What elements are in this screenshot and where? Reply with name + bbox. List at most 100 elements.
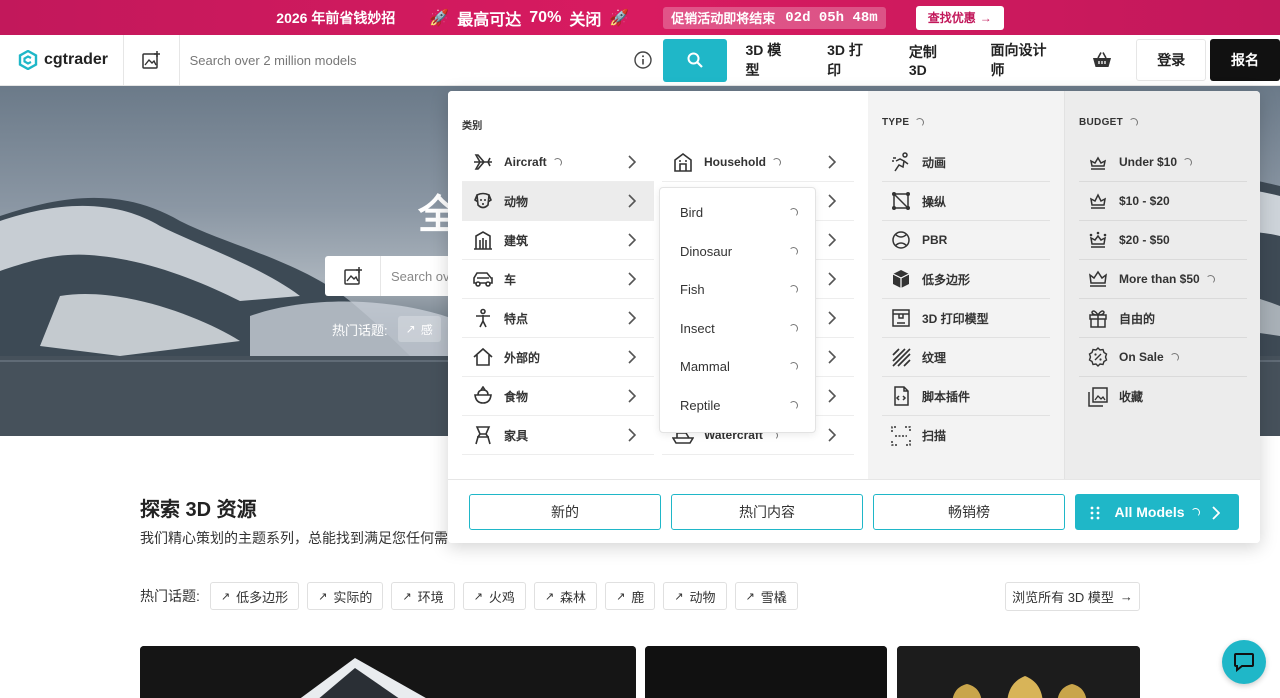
nav-for-designers[interactable]: 面向设计师 <box>975 35 1077 85</box>
budget-label: On Sale <box>1119 350 1164 364</box>
hot-tag[interactable]: ↗ 低多边形 <box>209 582 300 610</box>
bestsellers-button[interactable]: 畅销榜 <box>873 494 1065 530</box>
budget-item-on-sale[interactable]: On Sale <box>1079 338 1247 377</box>
login-button[interactable]: 登录 <box>1136 39 1207 81</box>
hot-tag[interactable]: ↗ 动物 <box>663 582 727 610</box>
collection-card[interactable] <box>897 646 1140 698</box>
hot-tag[interactable]: ↗ 雪橇 <box>734 582 798 610</box>
model-thumbnail <box>645 646 887 698</box>
budget-item-20-50[interactable]: $20 - $50 <box>1079 221 1247 260</box>
chevron-right-icon <box>828 350 836 364</box>
grip-dots-icon <box>1090 506 1100 520</box>
palace-model-thumbnail <box>897 646 1140 698</box>
search-info-icon[interactable] <box>623 35 663 85</box>
crown-large-icon <box>1087 268 1109 290</box>
chevron-right-icon <box>828 311 836 325</box>
submenu-item-dinosaur[interactable]: Dinosaur <box>680 241 798 261</box>
promo-banner: 2026 年前省钱妙招 🚀 最高可达 70% 关闭 🚀 促销活动即将结束 02d… <box>0 0 1280 35</box>
type-item-textures[interactable]: 纹理 <box>882 338 1050 377</box>
trending-icon: ↗ <box>745 590 755 603</box>
house-model-thumbnail <box>140 646 636 698</box>
category-item-characters[interactable]: 特点 <box>462 299 654 338</box>
airplane-icon <box>472 151 494 173</box>
chevron-right-icon <box>828 272 836 286</box>
promo-countdown: 02d 05h 48m <box>785 9 878 26</box>
category-item-household[interactable]: Household <box>662 143 854 182</box>
type-item-scripts[interactable]: 脚本插件 <box>882 377 1050 416</box>
type-item-animated[interactable]: 动画 <box>882 143 1050 182</box>
trending-button[interactable]: 热门内容 <box>671 494 863 530</box>
hot-topics-label: 热门话题: <box>140 588 200 604</box>
texture-icon <box>890 346 912 368</box>
budget-label: Under $10 <box>1119 155 1178 169</box>
collection-card[interactable] <box>140 646 636 698</box>
hot-tag[interactable]: ↗ 环境 <box>391 582 455 610</box>
type-item-pbr[interactable]: PBR <box>882 221 1050 260</box>
chevron-right-icon <box>828 389 836 403</box>
hero-image-search-button[interactable] <box>325 256 381 296</box>
submenu-item-bird[interactable]: Bird <box>680 202 798 222</box>
type-label: 低多边形 <box>922 272 971 287</box>
nav-custom-3d[interactable]: 定制 3D <box>893 35 975 85</box>
browse-all-models-button[interactable]: 浏览所有 3D 模型 → <box>1005 582 1140 611</box>
image-search-icon <box>142 51 161 69</box>
new-models-button[interactable]: 新的 <box>469 494 661 530</box>
trending-icon: ↗ <box>616 590 626 603</box>
nav-3d-print[interactable]: 3D 打印 <box>811 35 893 85</box>
category-item-food[interactable]: 食物 <box>462 377 654 416</box>
nav-3d-models[interactable]: 3D 模型 <box>727 35 811 85</box>
chevron-right-icon <box>828 428 836 442</box>
loading-spinner-icon <box>789 246 798 256</box>
image-search-button[interactable] <box>124 35 180 85</box>
category-label: 动物 <box>504 194 529 209</box>
all-models-button[interactable]: All Models <box>1075 494 1239 530</box>
hero-hot-chip[interactable]: ↗ 感 <box>397 316 441 342</box>
trending-icon: ↗ <box>544 590 555 603</box>
hot-tag-label: 环境 <box>417 589 444 605</box>
type-item-scanned[interactable]: 扫描 <box>882 416 1050 455</box>
budget-item-more-than-50[interactable]: More than $50 <box>1079 260 1247 299</box>
budget-item-under-10[interactable]: Under $10 <box>1079 143 1247 182</box>
submenu-item-mammal[interactable]: Mammal <box>680 356 798 376</box>
type-item-rigged[interactable]: 操纵 <box>882 182 1050 221</box>
category-item-car[interactable]: 车 <box>462 260 654 299</box>
brand-name: cgtrader <box>44 51 109 68</box>
brand-logo[interactable]: cgtrader <box>0 35 124 85</box>
search-button[interactable] <box>662 38 728 82</box>
loading-spinner-icon <box>1129 118 1139 127</box>
submenu-item-fish[interactable]: Fish <box>680 279 798 299</box>
submenu-item-insect[interactable]: Insect <box>680 318 798 338</box>
all-models-label: All Models <box>1114 504 1185 520</box>
home-icon <box>672 151 694 173</box>
category-item-animals[interactable]: 动物 <box>462 182 654 221</box>
category-item-furniture[interactable]: 家具 <box>462 416 654 455</box>
type-item-low-poly[interactable]: 低多边形 <box>882 260 1050 299</box>
chat-button[interactable] <box>1222 640 1266 684</box>
hot-tag[interactable]: ↗ 火鸡 <box>462 582 526 610</box>
budget-item-free[interactable]: 自由的 <box>1079 299 1247 338</box>
type-item-3d-print[interactable]: 3D 打印模型 <box>882 299 1050 338</box>
hero-hot-topics: 热门话题: ↗ 感 <box>332 316 441 342</box>
hot-tag[interactable]: ↗ 实际的 <box>307 582 384 610</box>
category-item-architecture[interactable]: 建筑 <box>462 221 654 260</box>
submenu-label: Mammal <box>680 358 730 374</box>
budget-item-10-20[interactable]: $10 - $20 <box>1079 182 1247 221</box>
search-input[interactable] <box>179 35 623 85</box>
signup-button[interactable]: 报名 <box>1210 39 1280 81</box>
budget-item-collections[interactable]: 收藏 <box>1079 377 1247 416</box>
submenu-item-reptile[interactable]: Reptile <box>680 395 798 415</box>
collection-card[interactable] <box>645 646 887 698</box>
type-label: 脚本插件 <box>922 389 971 404</box>
hot-tag[interactable]: ↗ 森林 <box>533 582 598 610</box>
arrow-right-icon: → <box>1119 589 1133 604</box>
scan-icon <box>890 425 912 447</box>
category-item-aircraft[interactable]: Aircraft <box>462 143 654 182</box>
loading-spinner-icon <box>789 400 798 410</box>
find-deals-button[interactable]: 查找优惠 → <box>915 5 1004 30</box>
loading-spinner-icon <box>552 157 562 167</box>
hot-tag[interactable]: ↗ 鹿 <box>605 582 656 610</box>
cart-button[interactable] <box>1082 35 1122 85</box>
find-deals-label: 查找优惠 <box>927 11 976 25</box>
category-item-exterior[interactable]: 外部的 <box>462 338 654 377</box>
submenu-label: Dinosaur <box>680 243 733 259</box>
